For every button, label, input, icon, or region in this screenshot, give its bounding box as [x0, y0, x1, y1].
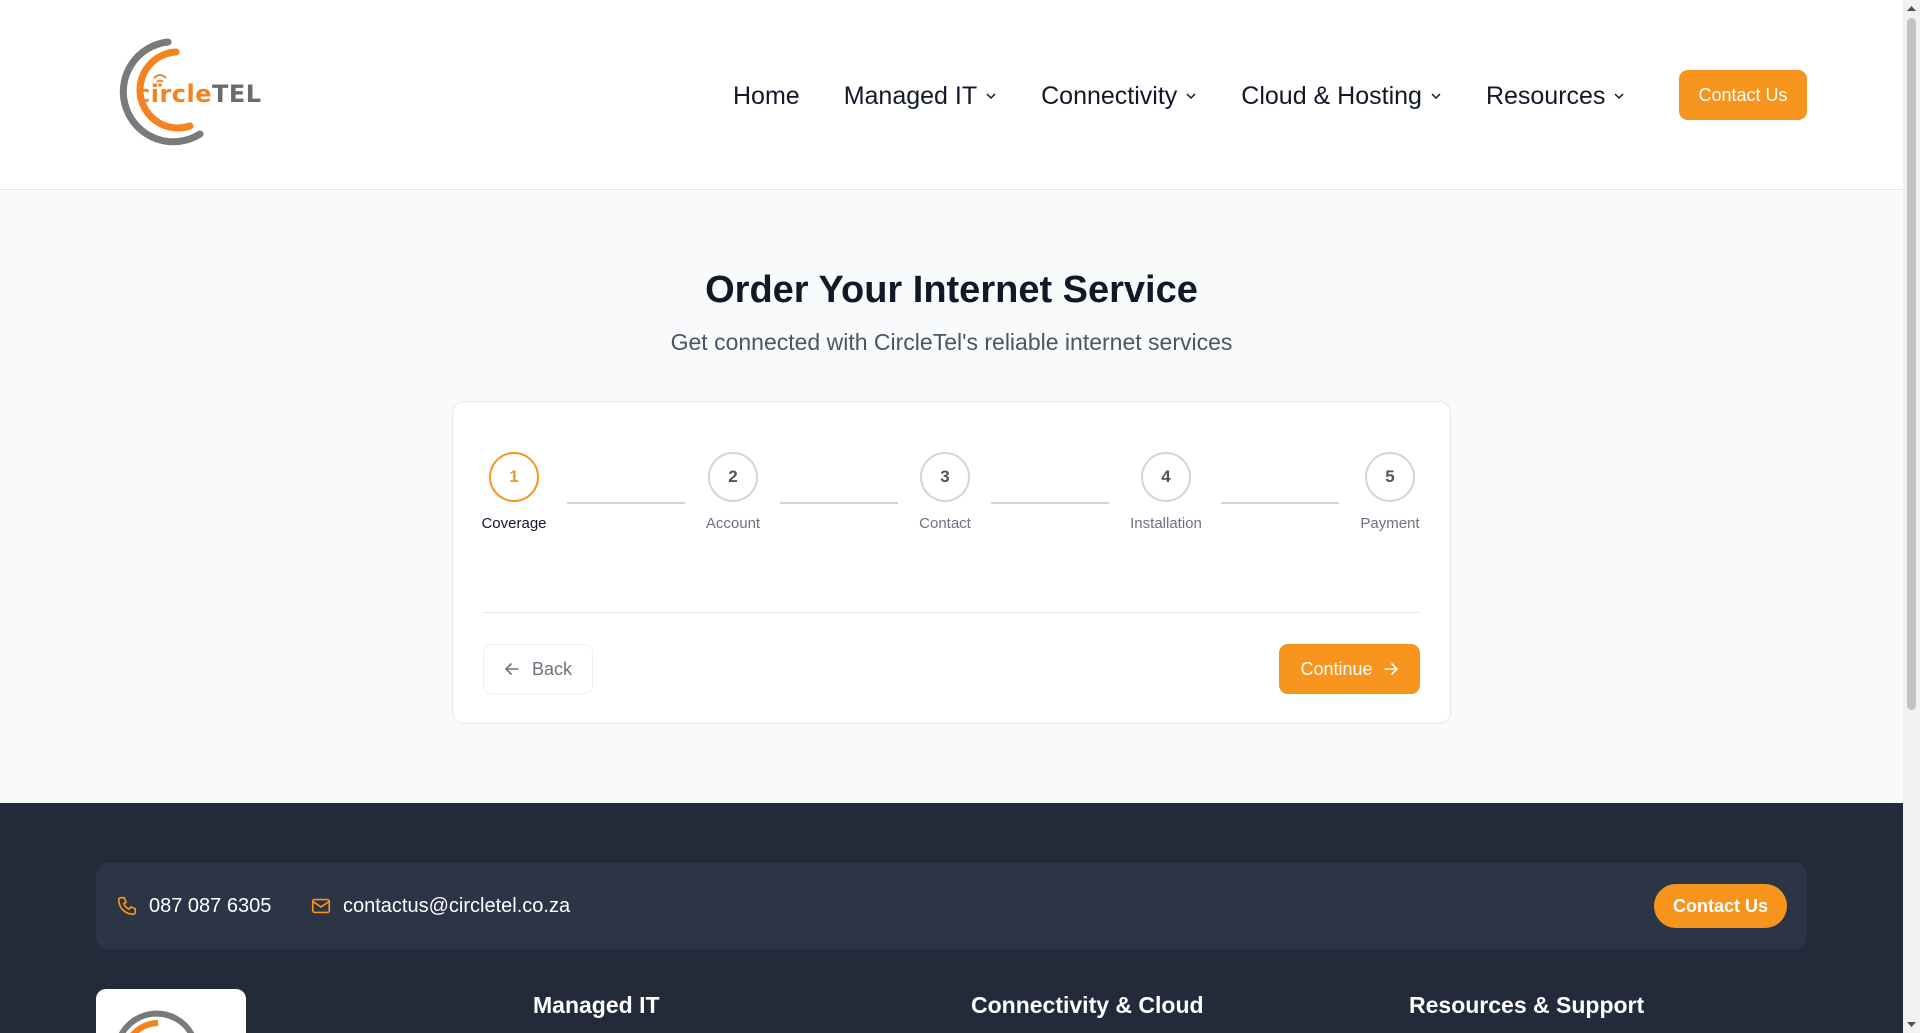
back-button-label: Back — [531, 658, 573, 679]
logo-text-primary: circle — [136, 80, 213, 108]
footer-phone-text: 087 087 6305 — [149, 894, 272, 917]
step-number: 3 — [920, 452, 970, 502]
nav-resources-label: Resources — [1485, 81, 1606, 110]
footer-email-text: contactus@circletel.co.za — [343, 894, 571, 917]
site-header: circleTEL Home Managed IT Connectivity C… — [0, 0, 1903, 190]
footer-contact-button[interactable]: Contact Us — [1654, 884, 1787, 928]
footer-phone[interactable]: 087 087 6305 — [116, 863, 271, 949]
nav-resources[interactable]: Resources — [1486, 82, 1626, 111]
footer-col-connectivity-cloud: Connectivity & Cloud — [971, 992, 1204, 1018]
nav-home[interactable]: Home — [733, 82, 800, 111]
footer-col-resources-support: Resources & Support — [1409, 992, 1645, 1018]
step-connector — [567, 502, 685, 504]
scrollbar-thumb[interactable] — [1907, 18, 1916, 710]
step-contact[interactable]: 3 Contact — [895, 452, 995, 532]
order-section: Order Your Internet Service Get connecte… — [0, 191, 1903, 803]
nav-cloud-hosting-label: Cloud & Hosting — [1241, 81, 1422, 110]
step-label: Account — [705, 515, 761, 532]
step-connector — [1221, 502, 1339, 504]
footer-col-managed-it: Managed IT — [533, 992, 660, 1018]
arrow-right-icon — [1383, 663, 1398, 675]
logo-rings-icon — [118, 1010, 195, 1033]
step-account[interactable]: 2 Account — [683, 452, 783, 532]
card-divider — [483, 612, 1420, 613]
scroll-down-arrow-icon[interactable] — [1906, 1019, 1917, 1030]
step-label: Coverage — [481, 515, 547, 532]
footer-contact-bar: 087 087 6305 contactus@circletel.co.za C… — [96, 863, 1807, 949]
page-subtitle: Get connected with CircleTel's reliable … — [670, 329, 1233, 355]
step-installation[interactable]: 4 Installation — [1116, 452, 1216, 532]
step-number: 2 — [708, 452, 758, 502]
step-coverage[interactable]: 1 Coverage — [464, 452, 564, 532]
phone-icon — [117, 896, 137, 916]
step-connector — [780, 502, 898, 504]
continue-button[interactable]: Continue — [1279, 644, 1420, 694]
chevron-down-icon — [1614, 93, 1624, 100]
step-number: 5 — [1365, 452, 1415, 502]
scroll-up-arrow-icon[interactable] — [1906, 3, 1917, 14]
page-title: Order Your Internet Service — [705, 269, 1198, 311]
order-wizard-card: 1 Coverage 2 Account 3 Contact 4 Install… — [452, 401, 1451, 724]
step-label: Contact — [919, 515, 971, 532]
logo-wordmark: circleTEL — [136, 80, 262, 108]
nav-managed-it-label: Managed IT — [843, 81, 978, 110]
header-contact-button[interactable]: Contact Us — [1679, 70, 1807, 120]
vertical-scrollbar[interactable] — [1903, 0, 1920, 1033]
mail-icon — [311, 898, 331, 914]
nav-connectivity-label: Connectivity — [1041, 81, 1178, 110]
nav-cloud-hosting[interactable]: Cloud & Hosting — [1241, 82, 1442, 111]
nav-home-label: Home — [733, 81, 800, 110]
chevron-down-icon — [1186, 93, 1196, 100]
step-number: 4 — [1141, 452, 1191, 502]
step-connector — [991, 502, 1109, 504]
footer-logo[interactable] — [96, 989, 246, 1033]
nav-connectivity[interactable]: Connectivity — [1041, 82, 1197, 111]
step-number: 1 — [489, 452, 539, 502]
continue-button-label: Continue — [1300, 658, 1373, 679]
main-nav: Home Managed IT Connectivity Cloud & Hos… — [733, 66, 1669, 126]
chevron-down-icon — [1431, 93, 1441, 100]
step-label: Payment — [1360, 515, 1420, 532]
chevron-down-icon — [986, 93, 996, 100]
step-payment[interactable]: 5 Payment — [1340, 452, 1440, 532]
arrow-left-icon — [505, 663, 519, 675]
back-button[interactable]: Back — [483, 644, 593, 694]
circletel-logo[interactable]: circleTEL — [96, 32, 261, 152]
step-label: Installation — [1130, 515, 1202, 532]
viewport: circleTEL Home Managed IT Connectivity C… — [0, 0, 1903, 1033]
nav-managed-it[interactable]: Managed IT — [844, 82, 997, 111]
logo-text-secondary: TEL — [212, 80, 262, 108]
page: circleTEL Home Managed IT Connectivity C… — [0, 0, 1920, 1033]
site-footer: 087 087 6305 contactus@circletel.co.za C… — [0, 803, 1903, 1033]
footer-email[interactable]: contactus@circletel.co.za — [310, 863, 570, 949]
